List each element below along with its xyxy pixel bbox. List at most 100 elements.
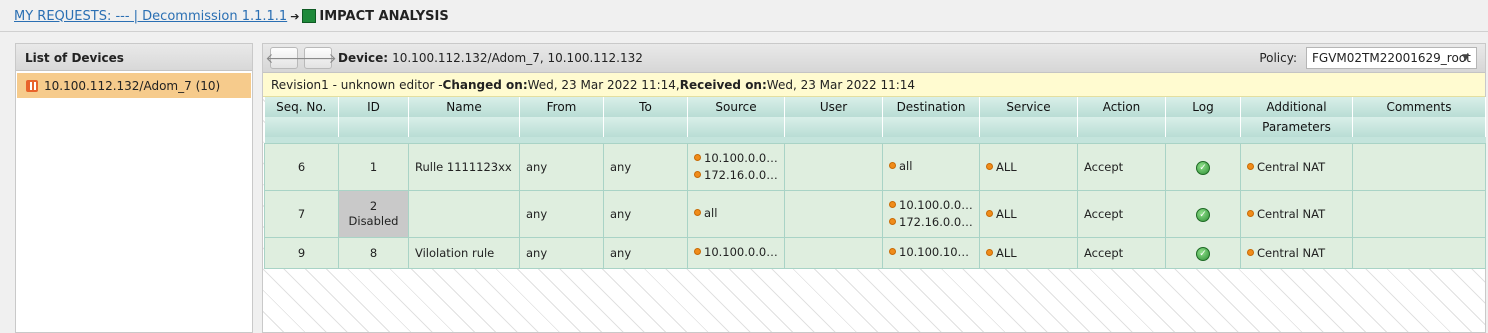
cell-user (784, 236, 883, 269)
bullet-icon (694, 209, 701, 216)
back-button[interactable]: 🡐 (265, 47, 303, 69)
col-comments[interactable]: Comments (1352, 97, 1486, 117)
cell-action: Accept (1077, 142, 1166, 191)
col-source[interactable]: Source (687, 97, 785, 117)
device-item-label: 10.100.112.132/Adom_7 (10) (44, 78, 221, 93)
policy-selector: Policy: FGVM02TM22001629_root ▼ (1259, 47, 1477, 69)
impact-panel: 🡐 🡒 Device: 10.100.112.132/Adom_7, 10.10… (262, 43, 1486, 333)
divider (0, 31, 1488, 32)
cell-comments (1352, 236, 1486, 269)
destination-item: all (899, 159, 913, 173)
revision-prefix: Revision1 - unknown editor - (271, 77, 443, 92)
check-icon: ✓ (1196, 207, 1210, 222)
table-row[interactable]: 9 8 Vilolation rule any any 10.100.0.0/.… (264, 236, 1486, 269)
revision-bar: Revision1 - unknown editor - Changed on:… (263, 73, 1485, 97)
chevron-down-icon: ▼ (1462, 53, 1469, 63)
col-service[interactable]: Service (979, 97, 1078, 117)
page-title: IMPACT ANALYSIS (319, 8, 449, 24)
cell-from: any (519, 236, 604, 269)
bullet-icon (986, 162, 993, 170)
cell-source: 10.100.0.0/... (687, 236, 785, 269)
col-id[interactable]: ID (338, 97, 409, 117)
cell-to: any (603, 236, 688, 269)
bullet-icon (694, 248, 701, 255)
additional-value: Central NAT (1257, 159, 1326, 174)
cell-service: ALL (979, 189, 1078, 238)
forward-button[interactable]: 🡒 (299, 47, 337, 69)
cell-additional: Central NAT (1240, 236, 1353, 269)
cell-source: 10.100.0.0/... 172.16.0.0/... (687, 142, 785, 191)
col-to[interactable]: To (603, 97, 688, 117)
cell-log: ✓ (1165, 236, 1241, 269)
cell-seq: 9 (264, 236, 339, 269)
cell-from: any (519, 189, 604, 238)
arrow-right-icon: 🡒 (299, 50, 337, 67)
col-seq[interactable]: Seq. No. (264, 97, 339, 117)
arrow-left-icon: 🡐 (265, 50, 303, 67)
device-value: 10.100.112.132/Adom_7, 10.100.112.132 (392, 51, 643, 65)
disabled-status: Disabled (348, 213, 399, 228)
col-user[interactable]: User (784, 97, 883, 117)
source-item: 172.16.0.0/... (704, 167, 778, 182)
service-value: ALL (996, 245, 1017, 260)
service-value: ALL (996, 206, 1017, 221)
cell-destination: 10.100.0.0/... 172.16.0.0/... (882, 189, 980, 238)
additional-value: Central NAT (1257, 206, 1326, 221)
col-additional[interactable]: Additional (1240, 97, 1353, 117)
col-action[interactable]: Action (1077, 97, 1166, 117)
cell-comments (1352, 142, 1486, 191)
cell-action: Accept (1077, 189, 1166, 238)
destination-item: 172.16.0.0/... (899, 214, 973, 229)
destination-item: 10.100.0.0/... (899, 197, 973, 212)
policy-dropdown[interactable]: FGVM02TM22001629_root ▼ (1306, 47, 1477, 69)
policy-label: Policy: (1259, 51, 1297, 65)
cell-name (408, 189, 520, 238)
cell-destination: 10.100.100.... (882, 236, 980, 269)
destination-item: 10.100.100.... (899, 245, 973, 259)
device-label: Device: (338, 51, 389, 65)
cell-seq: 6 (264, 142, 339, 191)
changed-value: Wed, 23 Mar 2022 11:14, (527, 77, 680, 92)
id-value: 2 (369, 198, 378, 213)
bullet-icon (889, 162, 896, 169)
arrow-right-icon: ➔ (290, 9, 300, 23)
check-icon: ✓ (1196, 246, 1210, 261)
cell-id: 8 (338, 236, 409, 269)
cell-log: ✓ (1165, 189, 1241, 238)
bullet-icon (889, 248, 896, 255)
cell-name: Vilolation rule (408, 236, 520, 269)
cell-additional: Central NAT (1240, 189, 1353, 238)
col-additional-line2: Parameters (1240, 117, 1353, 137)
cell-comments (1352, 189, 1486, 238)
bullet-icon (889, 200, 896, 208)
cell-user (784, 142, 883, 191)
additional-value: Central NAT (1257, 245, 1326, 260)
table-row[interactable]: 7 2 Disabled any any all 10.100.0.0/... … (264, 189, 1486, 238)
cell-source: all (687, 189, 785, 238)
cell-additional: Central NAT (1240, 142, 1353, 191)
table-row[interactable]: 6 1 Rulle 1111123xx any any 10.100.0.0/.… (264, 142, 1486, 191)
col-from[interactable]: From (519, 97, 604, 117)
received-value: Wed, 23 Mar 2022 11:14 (766, 77, 916, 92)
cell-log: ✓ (1165, 142, 1241, 191)
received-label: Received on: (679, 77, 767, 92)
cell-user (784, 189, 883, 238)
device-list-item[interactable]: 10.100.112.132/Adom_7 (10) (17, 73, 251, 98)
cell-to: any (603, 189, 688, 238)
bullet-icon (694, 170, 701, 178)
cell-to: any (603, 142, 688, 191)
source-item: 10.100.0.0/... (704, 245, 778, 259)
device-grid-icon (26, 79, 38, 92)
bullet-icon (1247, 162, 1254, 170)
service-value: ALL (996, 159, 1017, 174)
bullet-icon (986, 248, 993, 256)
my-requests-link[interactable]: MY REQUESTS: --- | Decommission 1.1.1.1 (14, 9, 287, 24)
col-destination[interactable]: Destination (882, 97, 980, 117)
breadcrumb: MY REQUESTS: --- | Decommission 1.1.1.1 … (14, 6, 449, 26)
col-name[interactable]: Name (408, 97, 520, 117)
source-item: all (704, 206, 718, 220)
impact-square-icon (302, 9, 317, 23)
changed-label: Changed on: (442, 77, 528, 92)
cell-id: 1 (338, 142, 409, 191)
col-log[interactable]: Log (1165, 97, 1241, 117)
